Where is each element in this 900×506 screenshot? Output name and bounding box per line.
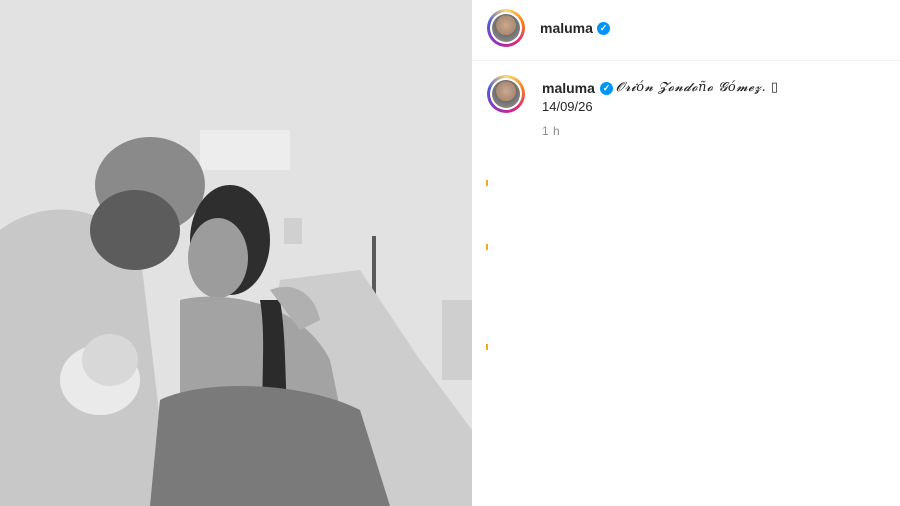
post-side-panel (472, 0, 900, 506)
post-photo (0, 0, 472, 506)
caption-text: 𝓞𝓻𝓲ó𝓷 𝓩𝓸𝓷𝓭𝓸ñ𝓸 𝓖ó𝓶𝓮𝔃. ▯ (616, 80, 779, 95)
caption-avatar[interactable] (487, 75, 525, 113)
avatar-image (492, 14, 520, 42)
post-header (472, 0, 900, 61)
decorative-mark (486, 180, 488, 186)
verified-badge-icon: ✓ (600, 82, 613, 95)
post-time-ago[interactable]: 1 h (542, 124, 560, 138)
author-avatar[interactable] (487, 9, 525, 47)
verified-badge-icon: ✓ (597, 22, 610, 35)
header-username[interactable]: maluma (540, 20, 593, 36)
decorative-mark (486, 344, 488, 350)
caption-date: 14/09/26 (542, 99, 593, 114)
avatar-image (492, 80, 520, 108)
caption-username[interactable]: maluma (542, 80, 595, 96)
decorative-mark (486, 244, 488, 250)
